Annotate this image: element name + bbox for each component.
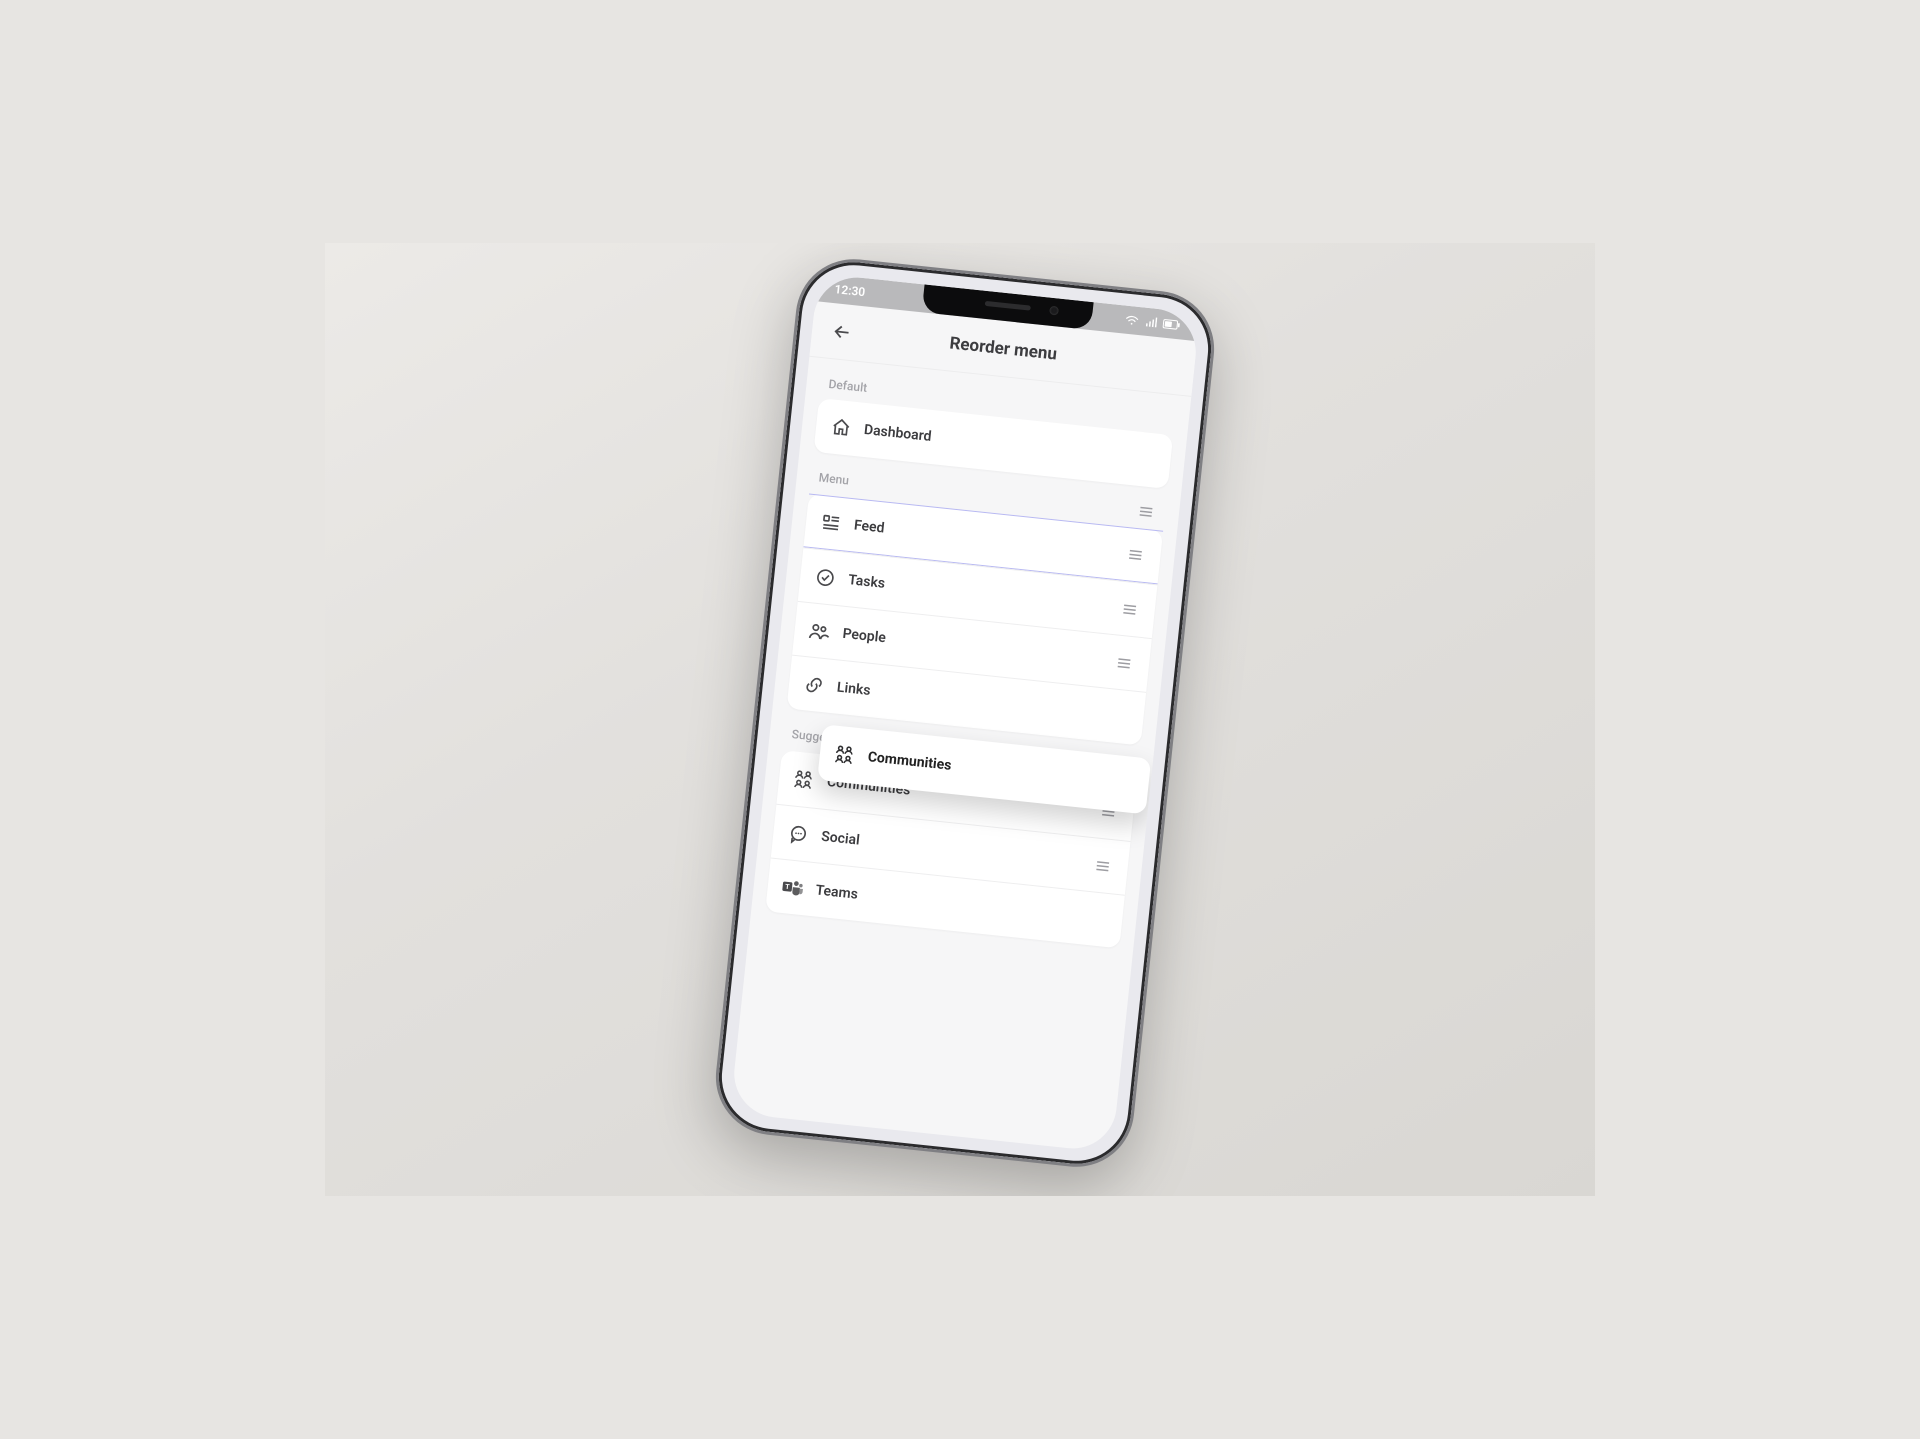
menu-card: Feed Tasks xyxy=(787,494,1164,746)
teams-icon: T xyxy=(781,875,805,899)
status-time: 12:30 xyxy=(834,282,866,299)
drag-handle-icon[interactable] xyxy=(1123,543,1147,567)
row-label: Communities xyxy=(867,749,1135,793)
cellular-icon xyxy=(1144,316,1157,329)
communities-icon xyxy=(792,767,816,791)
row-label: People xyxy=(842,625,1102,668)
people-icon xyxy=(808,619,832,643)
section-label-menu: Menu xyxy=(818,470,850,487)
screen: 12:30 Reord xyxy=(730,273,1200,1153)
drag-handle-icon[interactable] xyxy=(1112,651,1136,675)
link-icon xyxy=(802,672,826,696)
home-icon xyxy=(829,415,853,439)
chat-icon xyxy=(786,822,810,846)
feed-icon xyxy=(819,511,843,535)
battery-icon xyxy=(1162,318,1181,332)
communities-icon xyxy=(833,743,857,767)
row-label: Teams xyxy=(815,882,1109,929)
row-label: Tasks xyxy=(847,572,1107,615)
row-label: Feed xyxy=(853,517,1113,560)
back-button[interactable] xyxy=(822,312,862,352)
phone-mockup: 12:30 Reord xyxy=(710,253,1220,1172)
drag-handle-icon[interactable] xyxy=(1118,597,1142,621)
check-circle-icon xyxy=(813,565,837,589)
wifi-icon xyxy=(1124,314,1139,327)
drag-handle-icon[interactable] xyxy=(1134,500,1158,524)
drag-handle-icon[interactable] xyxy=(1091,854,1115,878)
row-label: Social xyxy=(821,828,1081,871)
